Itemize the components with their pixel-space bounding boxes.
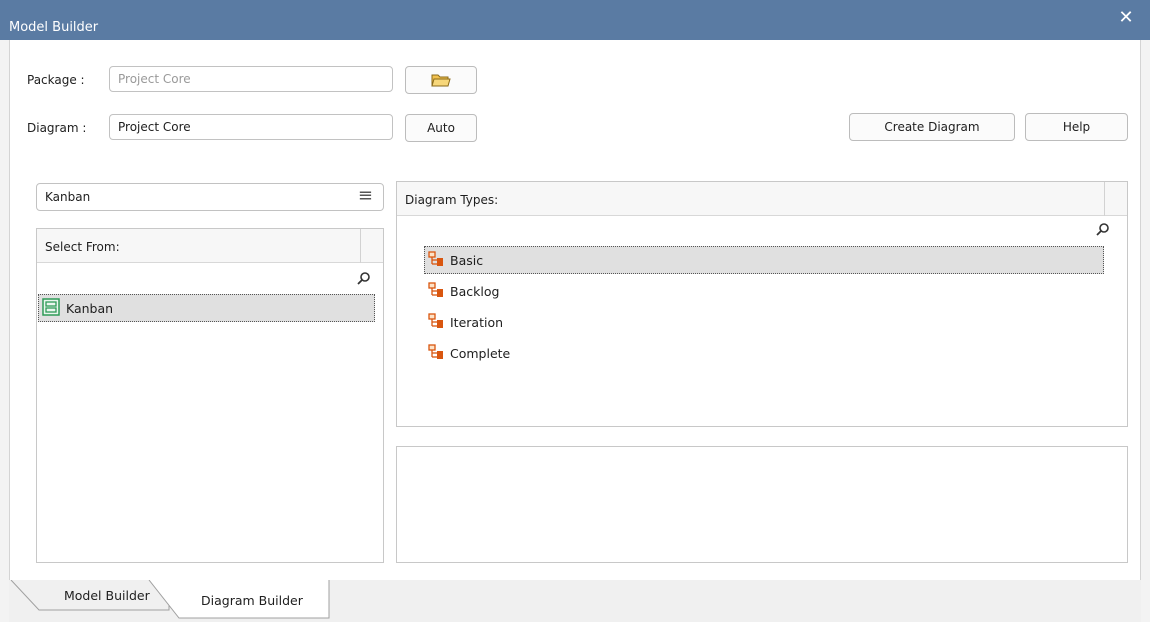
folder-open-icon xyxy=(431,74,451,87)
title-bar: Model Builder ✕ xyxy=(0,0,1150,40)
list-item[interactable]: Complete xyxy=(424,339,1104,367)
list-item-label: Basic xyxy=(450,252,484,268)
diagram-label: Diagram : xyxy=(27,121,87,135)
window-title: Model Builder xyxy=(9,20,99,35)
diagram-types-header: Diagram Types: xyxy=(397,182,1127,216)
tab-model-builder[interactable]: Model Builder xyxy=(64,588,150,603)
list-item-label: Backlog xyxy=(450,283,500,299)
browse-package-button[interactable] xyxy=(405,66,477,94)
list-item[interactable]: Kanban xyxy=(38,294,375,322)
package-label: Package : xyxy=(27,73,85,87)
list-item[interactable]: Backlog xyxy=(424,277,1104,305)
diagram-tree-icon xyxy=(428,281,444,301)
list-item-label: Iteration xyxy=(450,314,504,330)
diagram-tree-icon xyxy=(428,312,444,332)
category-value: Kanban xyxy=(45,190,91,204)
create-diagram-button[interactable]: Create Diagram xyxy=(849,113,1015,141)
dialog-body: Package : Project Core Diagram : Project… xyxy=(9,40,1141,622)
list-item[interactable]: Basic xyxy=(424,246,1104,274)
select-from-header: Select From: xyxy=(37,229,383,263)
preview-panel xyxy=(396,446,1128,563)
select-from-header-label: Select From: xyxy=(45,240,120,254)
diagram-tree-icon xyxy=(428,343,444,363)
auto-button[interactable]: Auto xyxy=(405,114,477,142)
list-item-label: Complete xyxy=(450,345,511,361)
list-item[interactable]: Iteration xyxy=(424,308,1104,336)
select-from-panel: Select From: Kanban xyxy=(36,228,384,563)
help-button[interactable]: Help xyxy=(1025,113,1128,141)
category-selector[interactable]: Kanban ≡ xyxy=(36,183,384,211)
package-field: Project Core xyxy=(109,66,393,92)
diagram-name-input[interactable]: Project Core xyxy=(109,114,393,140)
list-item-label: Kanban xyxy=(66,300,114,316)
close-icon[interactable]: ✕ xyxy=(1116,8,1136,28)
diagram-types-header-label: Diagram Types: xyxy=(405,193,499,207)
search-icon[interactable] xyxy=(357,271,371,289)
search-icon[interactable] xyxy=(1096,222,1110,240)
diagram-types-panel: Diagram Types: Basic Backlog Iteration C… xyxy=(396,181,1128,427)
menu-icon[interactable]: ≡ xyxy=(358,185,373,206)
kanban-model-icon xyxy=(42,297,60,319)
tab-bar: Model Builder Diagram Builder xyxy=(9,580,1141,622)
tab-diagram-builder[interactable]: Diagram Builder xyxy=(201,593,303,608)
diagram-tree-icon xyxy=(428,250,444,270)
